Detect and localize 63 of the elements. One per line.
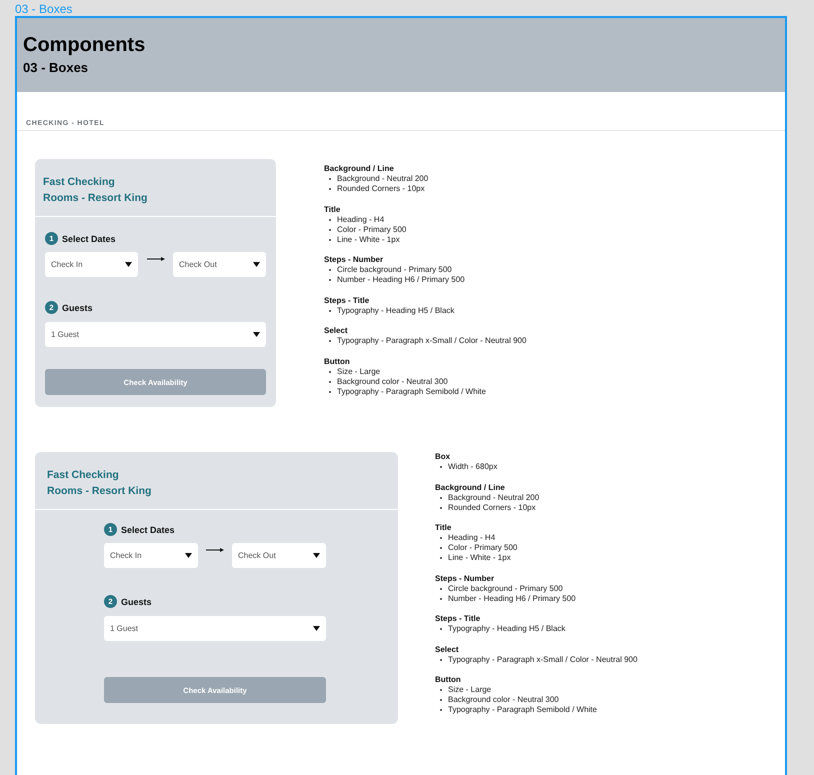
spec-item: Typography - Paragraph x-Small / Color - Neutral 900 [337, 336, 526, 346]
step-title: Guests [121, 596, 152, 606]
select-field[interactable]: Check In [104, 543, 198, 568]
card-title: Fast Checking [43, 176, 115, 188]
spec-heading: Select [324, 326, 348, 335]
step-title: Guests [62, 302, 93, 312]
spec-item: Rounded Corners - 10px [337, 184, 425, 194]
arrow-icon [206, 548, 224, 552]
spec-item: Rounded Corners - 10px [448, 502, 536, 512]
spec-item: Circle background - Primary 500 [337, 265, 452, 275]
spec-item: Typography - Paragraph Semibold / White [448, 705, 597, 715]
select-field[interactable]: 1 Guest [45, 322, 266, 347]
spec-heading: Steps - Number [435, 574, 494, 582]
spec-heading: Select [435, 644, 459, 654]
spec-item: Number - Heading H6 / Primary 500 [337, 275, 465, 285]
select-field[interactable]: Check Out [232, 543, 326, 568]
spec-item: Background - Neutral 200 [337, 174, 428, 184]
spec-item: Circle background - Primary 500 [448, 584, 563, 594]
spec-item: Color - Primary 500 [337, 224, 406, 234]
caret-icon [253, 262, 260, 267]
spec-heading: Steps - Title [324, 296, 370, 304]
spec-item: Typography - Paragraph x-Small / Color - Neutral 900 [448, 654, 638, 664]
spec-heading: Steps - Number [324, 255, 384, 264]
spec-item: Number - Heading H6 / Primary 500 [448, 594, 576, 604]
spec-item: Background color - Neutral 300 [448, 695, 559, 705]
spec-heading: Background / Line [324, 164, 394, 173]
spec-heading: Background / Line [435, 482, 505, 492]
card-subtitle: Rooms - Resort King [47, 485, 152, 497]
spec-item: Heading - H4 [448, 533, 496, 543]
spec-item: Typography - Heading H5 / Black [337, 306, 454, 316]
caret-icon [313, 553, 320, 558]
spec-item: Color - Primary 500 [448, 543, 518, 553]
spec-heading: Steps - Title [435, 614, 480, 623]
caret-icon [185, 553, 192, 558]
page-subtitle: 03 - Boxes [23, 60, 88, 76]
card-title: Fast Checking [47, 469, 119, 481]
spec-item: Heading - H4 [337, 214, 384, 224]
spec-heading: Box [435, 452, 450, 461]
page-title: Components [23, 33, 146, 57]
step-title: Select Dates [121, 524, 175, 534]
spec-item: Width - 680px [448, 462, 498, 472]
spec-heading: Title [324, 204, 340, 214]
card-subtitle: Rooms - Resort King [43, 192, 148, 204]
frame-label: 03 - Boxes [15, 1, 72, 17]
spec-item: Typography - Paragraph Semibold / White [337, 386, 486, 396]
select-field[interactable]: 1 Guest [104, 616, 326, 641]
spec-heading: Title [435, 523, 452, 532]
spec-item: Line - White - 1px [448, 553, 511, 563]
select-field[interactable]: Check Out [173, 252, 266, 277]
spec-item: Line - White - 1px [337, 234, 400, 244]
caret-icon [125, 262, 132, 267]
spec-item: Size - Large [448, 685, 492, 695]
spec-item: Size - Large [337, 366, 380, 376]
step-title: Select Dates [62, 234, 116, 244]
spec-item: Typography - Heading H5 / Black [448, 624, 566, 634]
spec-item: Background - Neutral 200 [448, 492, 540, 502]
caret-icon [253, 332, 260, 337]
caret-icon [313, 626, 320, 631]
spec-heading: Button [435, 675, 461, 684]
spec-heading: Button [324, 356, 350, 366]
arrow-icon [146, 257, 164, 261]
select-field[interactable]: Check In [45, 252, 138, 277]
spec-item: Background color - Neutral 300 [337, 376, 448, 386]
